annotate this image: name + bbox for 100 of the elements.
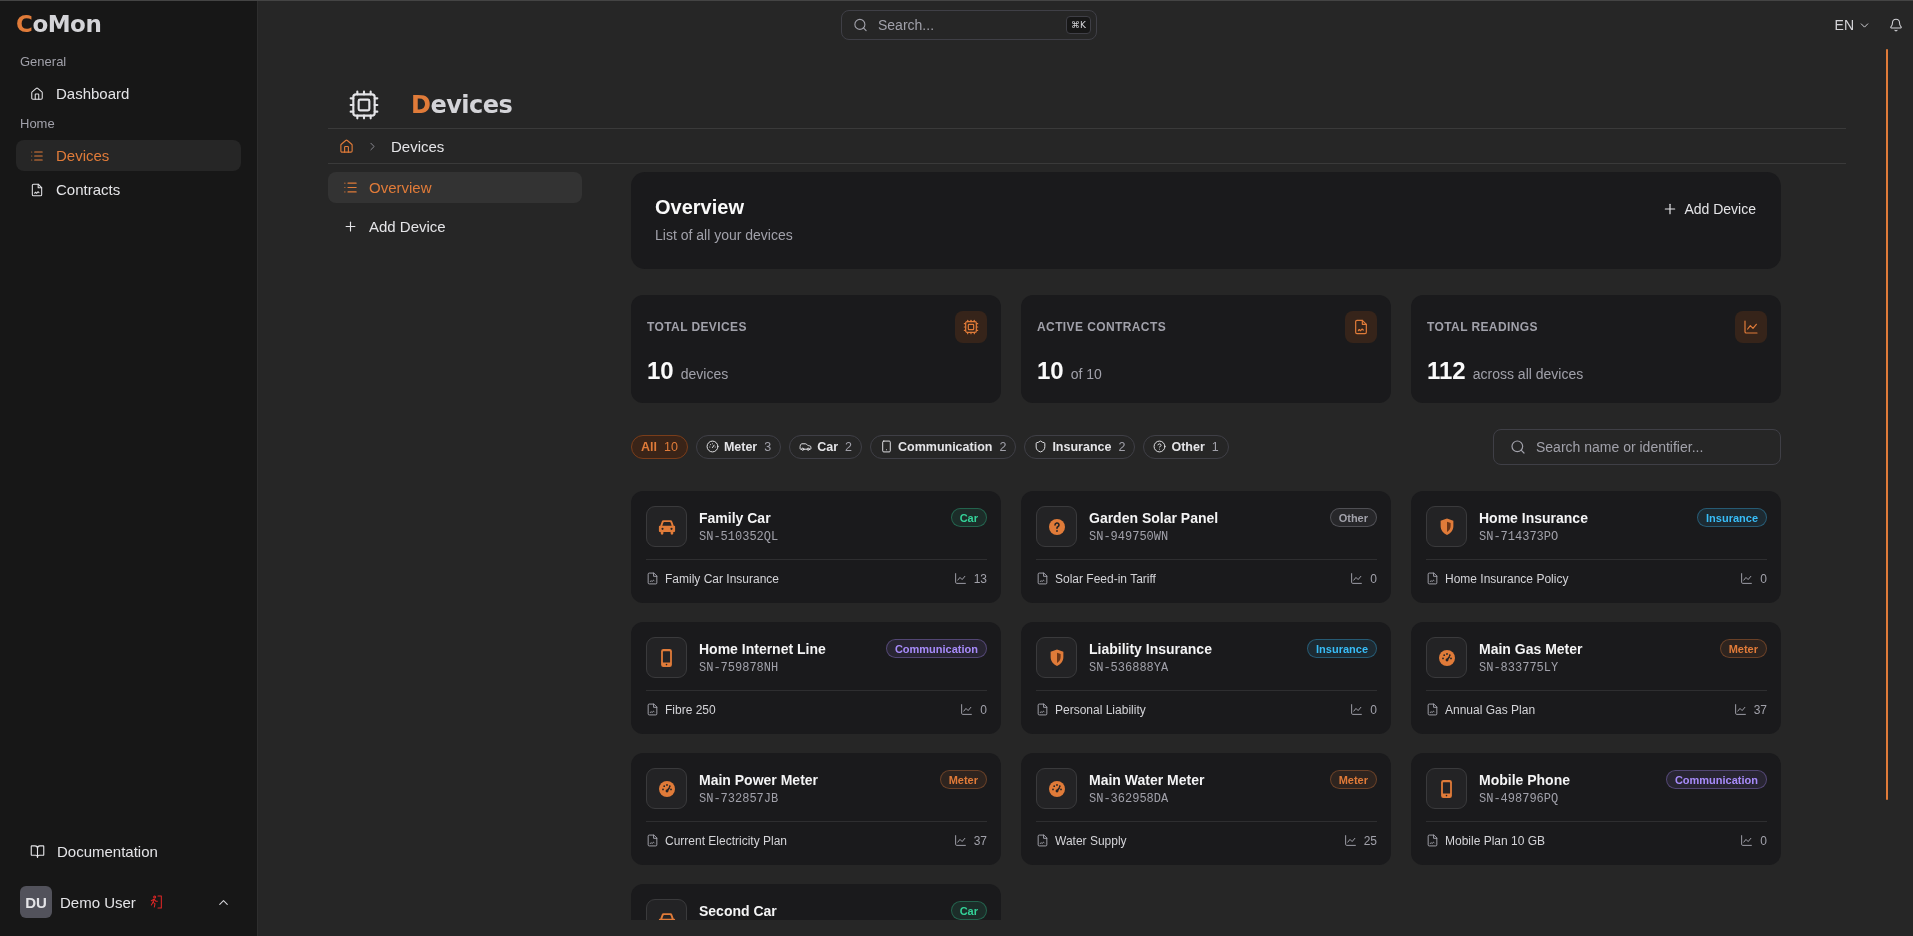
document-icon: [1426, 834, 1439, 847]
question-mark-icon: [1036, 506, 1077, 547]
device-name: Home Insurance: [1479, 509, 1588, 527]
line-chart-icon: [1733, 703, 1747, 716]
sidebar-item[interactable]: Devices: [16, 140, 241, 171]
serial-number: SN-949750WN: [1089, 529, 1170, 545]
document-icon: [1036, 834, 1049, 847]
device-name: Family Car: [699, 509, 772, 527]
line-chart-icon: [1343, 834, 1357, 847]
line-chart-icon: [1740, 834, 1754, 847]
home-icon[interactable]: [339, 138, 354, 154]
app-logo: CoMon: [16, 12, 102, 36]
car-icon: [799, 440, 813, 453]
gauge-icon: [1036, 768, 1077, 809]
search-field[interactable]: Search name or identifier...: [1493, 428, 1781, 465]
sidebar-item[interactable]: Documentation: [16, 836, 241, 867]
contract-name: Mobile Plan 10 GB: [1445, 833, 1546, 848]
reading-count: 0: [1760, 571, 1767, 586]
contract-name: Water Supply: [1055, 833, 1127, 848]
shield-icon: [1034, 440, 1048, 453]
contract-name: Current Electricity Plan: [665, 833, 788, 848]
serial-number: SN-833775LY: [1479, 660, 1560, 676]
cpu-icon: [348, 89, 380, 121]
user-avatar[interactable]: DU: [20, 886, 52, 918]
category-tag: Meter: [1329, 770, 1377, 789]
category-tag: Communication: [1665, 770, 1767, 789]
line-chart-icon: [1740, 572, 1754, 585]
contract-name: Fibre 250: [665, 702, 716, 717]
line-chart-icon: [953, 834, 967, 847]
user-name: Demo User: [60, 893, 136, 911]
question-mark-icon: [1153, 440, 1167, 453]
document-icon: [1426, 703, 1439, 716]
category-tag: Meter: [1719, 639, 1767, 658]
filter-chip[interactable]: All 10: [631, 434, 688, 459]
device-name: Garden Solar Panel: [1089, 509, 1219, 527]
device-card[interactable]: Home Internet Line SN-759878NH Communication Fibre 250 0: [631, 622, 1001, 734]
page-title: Devices: [411, 89, 513, 121]
device-card[interactable]: Main Gas Meter SN-833775LY Meter Annual Gas Plan 37: [1411, 622, 1781, 734]
device-name: Mobile Phone: [1479, 771, 1570, 789]
device-name: Main Water Meter: [1089, 771, 1205, 789]
reading-count: 0: [1760, 833, 1767, 848]
reading-count: 37: [1753, 702, 1767, 717]
device-card[interactable]: Garden Solar Panel SN-949750WN Other Solar Feed-in Tariff 0: [1021, 491, 1391, 603]
section-label: Home: [19, 115, 56, 133]
serial-number: SN-510352QL: [699, 529, 779, 545]
sidebar-item[interactable]: Dashboard: [16, 78, 241, 109]
contract-name: Annual Gas Plan: [1445, 702, 1536, 717]
serial-number: SN-362958DA: [1089, 791, 1170, 807]
device-card[interactable]: Main Water Meter SN-362958DA Meter Water Supply 25: [1021, 753, 1391, 865]
shield-icon: [1036, 637, 1077, 678]
document-icon: [1036, 572, 1049, 585]
document-icon: [646, 834, 659, 847]
car-icon: [646, 506, 687, 547]
device-card[interactable]: Liability Insurance SN-536888YA Insurance Personal Liability 0: [1021, 622, 1391, 734]
serial-number: SN-732857JB: [699, 791, 780, 807]
category-tag: Other: [1329, 508, 1377, 527]
scrollbar-thumb[interactable]: [1886, 49, 1888, 800]
device-card[interactable]: Home Insurance SN-714373PO Insurance Home Insurance Policy 0: [1411, 491, 1781, 603]
serial-number: SN-536888YA: [1089, 660, 1170, 676]
bell-icon[interactable]: [1889, 18, 1903, 32]
document-icon: [646, 572, 659, 585]
reading-count: 37: [973, 833, 987, 848]
document-icon: [1036, 703, 1049, 716]
stat-value: 10: [647, 356, 674, 386]
serial-number: SN-759878NH: [699, 660, 780, 676]
sidebar-item[interactable]: Contracts: [16, 174, 241, 205]
document-icon: [646, 703, 659, 716]
house-icon: [30, 86, 44, 101]
line-chart-icon: [1735, 311, 1767, 343]
subnav-item[interactable]: Overview: [328, 172, 582, 203]
reading-count: 25: [1363, 833, 1377, 848]
device-card[interactable]: Family Car SN-510352QL Car Family Car Insurance 13: [631, 491, 1001, 603]
category-tag: Insurance: [1697, 508, 1767, 527]
stat-label: TOTAL READINGS: [1427, 320, 1538, 334]
device-name: Main Gas Meter: [1479, 640, 1583, 658]
stat-value: 112: [1427, 356, 1466, 386]
device-card[interactable]: Second Car Car: [631, 884, 1001, 920]
line-chart-icon: [960, 703, 974, 716]
plus-icon: [343, 219, 358, 234]
line-chart-icon: [1350, 703, 1364, 716]
device-card[interactable]: Mobile Phone SN-498796PQ Communication Mobile Plan 10 GB 0: [1411, 753, 1781, 865]
search-icon: [1510, 438, 1526, 455]
document-icon: [1345, 311, 1377, 343]
device-card[interactable]: Main Power Meter SN-732857JB Meter Current Electricity Plan 37: [631, 753, 1001, 865]
reading-count: 0: [1370, 571, 1377, 586]
contract-name: Home Insurance Policy: [1445, 571, 1569, 586]
language-selector[interactable]: EN: [1834, 17, 1871, 33]
category-tag: Car: [950, 508, 987, 527]
shortcut-key: ⌘K: [1066, 16, 1091, 34]
category-tag: Insurance: [1307, 639, 1377, 658]
smartphone-icon: [880, 440, 893, 453]
device-name: Liability Insurance: [1089, 640, 1212, 658]
stat-label: ACTIVE CONTRACTS: [1037, 320, 1167, 334]
subnav-item[interactable]: Add Device: [328, 211, 582, 242]
add-device-button[interactable]: Add Device: [1650, 193, 1768, 225]
card-subtitle: List of all your devices: [655, 226, 793, 244]
reading-count: 0: [980, 702, 987, 717]
gauge-icon: [646, 768, 687, 809]
document-icon: [1426, 572, 1439, 585]
line-chart-icon: [953, 572, 967, 585]
